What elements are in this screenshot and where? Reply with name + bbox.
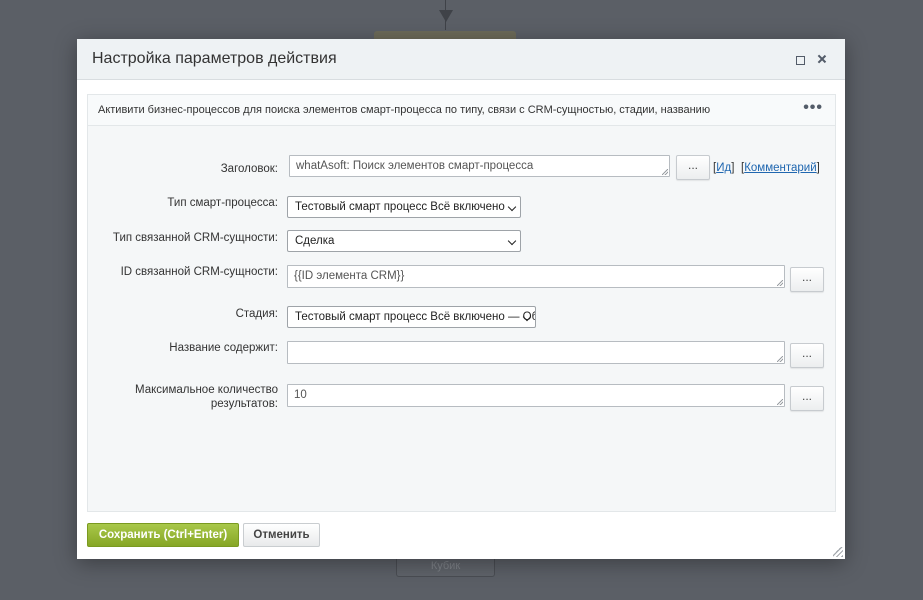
stage-select-value: Тестовый смарт процесс Всё включено — Об (295, 311, 536, 323)
crm-id-input[interactable]: {{ID элемента CRM}} (287, 265, 785, 288)
stage-select[interactable]: Тестовый смарт процесс Всё включено — Об (287, 306, 536, 328)
type-select[interactable]: Тестовый смарт процесс Всё включено (287, 196, 521, 218)
chevron-down-icon (507, 202, 517, 212)
type-select-value: Тестовый смарт процесс Всё включено (295, 201, 505, 213)
name-label: Название содержит: (169, 342, 278, 354)
comment-link[interactable]: Комментарий (744, 162, 816, 174)
action-settings-dialog: Настройка параметров действия Активити б… (77, 39, 845, 559)
crm-id-label: ID связанной CRM-сущности: (120, 266, 278, 278)
name-insert-button[interactable]: ... (790, 343, 824, 368)
resize-grip-icon[interactable] (833, 547, 843, 557)
title-label: Заголовок: (220, 163, 278, 175)
crm-type-label: Тип связанной CRM-сущности: (112, 232, 278, 244)
crm-type-select-value: Сделка (295, 235, 335, 247)
dialog-header: Настройка параметров действия (77, 39, 845, 80)
max-results-input[interactable]: 10 (287, 384, 785, 407)
activity-description-text: Активити бизнес-процессов для поиска эле… (98, 104, 711, 116)
max-results-label-line2: результатов: (210, 398, 278, 410)
max-results-label: Максимальное количество результатов: (135, 383, 278, 411)
connector-arrow-icon (439, 10, 453, 22)
background-block-bottom: Кубик (396, 559, 495, 577)
settings-panel: Активити бизнес-процессов для поиска эле… (87, 94, 836, 512)
close-icon[interactable] (815, 52, 829, 66)
cancel-button[interactable]: Отменить (243, 523, 320, 547)
max-results-label-line1: Максимальное количество (135, 384, 278, 396)
crm-id-insert-button[interactable]: ... (790, 267, 824, 292)
activity-description: Активити бизнес-процессов для поиска эле… (88, 95, 835, 126)
more-icon[interactable]: ••• (803, 100, 823, 116)
type-label: Тип смарт-процесса: (167, 197, 278, 209)
crm-type-select[interactable]: Сделка (287, 230, 521, 252)
maximize-icon[interactable] (793, 52, 807, 66)
title-input[interactable]: whatAsoft: Поиск элементов смарт-процесс… (289, 155, 670, 177)
save-button[interactable]: Сохранить (Ctrl+Enter) (87, 523, 239, 547)
id-link[interactable]: Ид (716, 162, 731, 174)
id-link-wrap: [Ид] (713, 162, 735, 174)
chevron-down-icon (507, 236, 517, 246)
name-input[interactable] (287, 341, 785, 364)
dialog-title: Настройка параметров действия (92, 50, 337, 67)
title-insert-button[interactable]: ... (676, 155, 710, 180)
max-results-insert-button[interactable]: ... (790, 386, 824, 411)
stage-label: Стадия: (235, 308, 278, 320)
comment-link-wrap: [Комментарий] (741, 162, 820, 174)
